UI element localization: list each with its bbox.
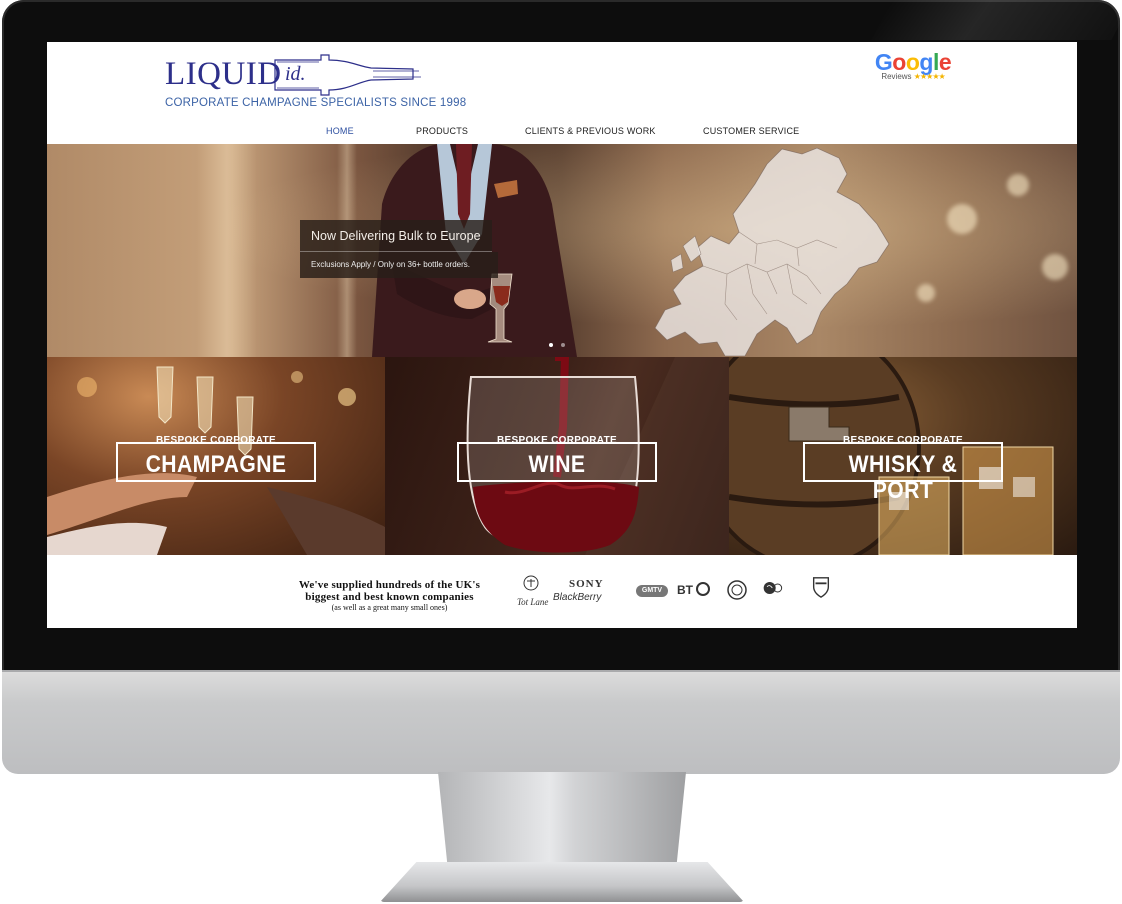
tile-champagne[interactable]: BESPOKE CORPORATE CHAMPAGNE: [47, 357, 385, 555]
nav-products[interactable]: PRODUCTS: [416, 126, 468, 136]
monitor-stand-neck: [438, 772, 686, 870]
tagline: CORPORATE CHAMPAGNE SPECIALISTS SINCE 19…: [165, 97, 467, 109]
hero-slider[interactable]: Now Delivering Bulk to Europe Exclusions…: [47, 144, 1077, 357]
bottle-outline-icon: id.: [273, 52, 423, 98]
tile-whisky-port[interactable]: BESPOKE CORPORATE WHISKY & PORT: [729, 357, 1077, 555]
nav-clients-previous-work[interactable]: CLIENTS & PREVIOUS WORK: [525, 126, 656, 136]
tile-champagne-label: BESPOKE CORPORATE CHAMPAGNE: [116, 435, 316, 482]
clients-line-2: biggest and best known companies: [305, 591, 474, 603]
google-logo: Google: [874, 49, 952, 75]
tile-kicker: BESPOKE CORPORATE: [843, 435, 963, 446]
tile-whisky-port-label: BESPOKE CORPORATE WHISKY & PORT: [803, 435, 1003, 504]
gmtv-logo: GMTV: [636, 585, 668, 597]
arsenal-crest-icon: [812, 577, 830, 598]
tile-name: WINE: [528, 451, 586, 478]
script-brand-logo-icon: Tot Lane: [517, 575, 548, 607]
tile-wine-label: BESPOKE CORPORATE WINE: [457, 435, 657, 482]
monitor-chin: [2, 670, 1120, 774]
hero-subtitle: Exclusions Apply / Only on 36+ bottle or…: [300, 252, 498, 278]
clients-line-3: (as well as a great many small ones): [331, 603, 448, 612]
star-rating-icon: ★★★★★: [913, 72, 946, 81]
site-header: LIQUID id. CORPORATE CHAMPAGNE SPECIALIS…: [47, 42, 1077, 144]
nav-home[interactable]: HOME: [326, 126, 354, 136]
monitor-stand-foot: [380, 862, 744, 902]
tile-name: CHAMPAGNE: [145, 451, 287, 478]
bt-logo: BT: [677, 582, 711, 597]
clients-line-1: We've supplied hundreds of the UK's: [298, 579, 481, 591]
slider-dot[interactable]: [561, 343, 566, 347]
google-reviews-badge[interactable]: Google Reviews ★★★★★: [873, 50, 953, 86]
nav-customer-service[interactable]: CUSTOMER SERVICE: [703, 126, 799, 136]
tile-kicker: BESPOKE CORPORATE: [497, 435, 617, 446]
hero-caption: Now Delivering Bulk to Europe Exclusions…: [300, 220, 498, 278]
virgin-media-logo-icon: [763, 582, 783, 594]
logo-wordmark: LIQUID: [165, 56, 282, 92]
chelsea-crest-icon: [727, 580, 747, 600]
website-screen: LIQUID id. CORPORATE CHAMPAGNE SPECIALIS…: [47, 42, 1077, 628]
google-reviews-label: Reviews: [881, 72, 912, 81]
sony-logo: SONY: [569, 578, 604, 590]
main-nav: HOME PRODUCTS CLIENTS & PREVIOUS WORK CU…: [47, 124, 1077, 144]
blackberry-logo: BlackBerry: [553, 592, 602, 603]
tile-kicker: BESPOKE CORPORATE: [156, 435, 276, 446]
tile-wine[interactable]: BESPOKE CORPORATE WINE: [385, 357, 729, 555]
clients-strip: We've supplied hundreds of the UK's bigg…: [47, 555, 1077, 628]
category-tiles: BESPOKE CORPORATE CHAMPAGNE BESPOKE CORP…: [47, 357, 1077, 555]
slider-dot[interactable]: [549, 343, 553, 347]
europe-map-image: [654, 147, 890, 357]
svg-text:Tot Lane: Tot Lane: [517, 597, 548, 607]
hero-title: Now Delivering Bulk to Europe: [300, 220, 492, 252]
screen-glare: [871, 0, 1120, 40]
logo-id-text: id.: [285, 63, 306, 85]
tile-name: WHISKY & PORT: [848, 451, 958, 504]
slider-pagination: [549, 334, 569, 352]
bt-logo-text: BT: [677, 583, 693, 597]
clients-statement: We've supplied hundreds of the UK's bigg…: [277, 579, 502, 612]
